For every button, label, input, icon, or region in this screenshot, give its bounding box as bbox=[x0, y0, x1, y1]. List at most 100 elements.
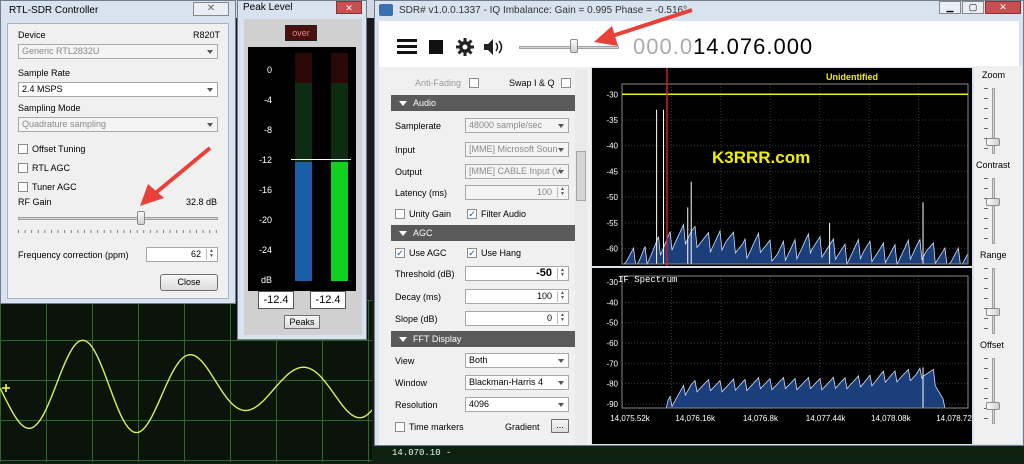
swap-iq-label: Swap I & Q bbox=[509, 78, 555, 88]
anti-fading-label: Anti-Fading bbox=[415, 78, 462, 88]
use-hang-label: Use Hang bbox=[481, 248, 522, 258]
input-select[interactable]: [MME] Microsoft Soun bbox=[465, 142, 569, 157]
spectrum-area bbox=[622, 223, 969, 266]
tuner-agc-label: Tuner AGC bbox=[32, 182, 77, 192]
stop-icon[interactable] bbox=[429, 40, 443, 54]
samplerate-value: 48000 sample/sec bbox=[469, 120, 543, 130]
output-label: Output bbox=[395, 167, 423, 177]
right-channel-level bbox=[331, 162, 348, 281]
display-controls: Zoom Contrast Range Offset bbox=[974, 66, 1022, 444]
swap-iq-checkbox[interactable] bbox=[561, 78, 571, 88]
stepper-icon[interactable]: ▲ ▼ bbox=[557, 313, 567, 324]
resolution-select[interactable]: 4096 bbox=[465, 397, 569, 412]
offset-slider[interactable] bbox=[986, 402, 1000, 410]
if-spectrum-display[interactable]: -30 -40 -50 -60 -70 -80 -90 14,075.52k 14,076.16… bbox=[592, 268, 977, 444]
range-slider[interactable] bbox=[986, 308, 1000, 316]
stepper-icon[interactable]: ▲ ▼ bbox=[206, 249, 216, 260]
audio-section-header[interactable]: Audio bbox=[391, 95, 575, 111]
meter-tick-label: -20 bbox=[258, 215, 272, 225]
annotation-arrow bbox=[140, 146, 212, 206]
frequency-digits: 14.076.000 bbox=[693, 34, 814, 59]
tuner-agc-checkbox[interactable] bbox=[18, 182, 28, 192]
maximize-icon[interactable]: ▢ bbox=[962, 1, 984, 14]
latency-input[interactable]: 100 ▲ ▼ bbox=[465, 185, 569, 200]
spectrum-display[interactable]: -30 -35 -40 -45 -50 -55 -60 Unidentified K3RRR… bbox=[592, 68, 972, 266]
offset-tuning-checkbox[interactable] bbox=[18, 144, 28, 154]
rf-gain-track[interactable] bbox=[18, 217, 218, 220]
stepper-icon[interactable]: ▲ ▼ bbox=[557, 268, 567, 279]
x-tick-label: 14,078.72k bbox=[936, 414, 972, 423]
sample-rate-value: 2.4 MSPS bbox=[22, 84, 63, 94]
decay-input[interactable]: 100 ▲ ▼ bbox=[465, 289, 569, 304]
rtl-agc-label: RTL AGC bbox=[32, 163, 71, 173]
scrollbar-thumb[interactable] bbox=[576, 151, 586, 201]
toolbar: 000.014.076.000 bbox=[379, 21, 1019, 67]
time-markers-checkbox[interactable] bbox=[395, 422, 405, 432]
rf-gain-slider[interactable] bbox=[137, 211, 146, 225]
settings-scrollbar[interactable] bbox=[575, 69, 587, 445]
view-label: View bbox=[395, 356, 415, 366]
gradient-button[interactable]: ... bbox=[551, 419, 569, 433]
samplerate-select[interactable]: 48000 sample/sec bbox=[465, 118, 569, 133]
plot-frame bbox=[621, 83, 969, 265]
slope-input[interactable]: 0 ▲ ▼ bbox=[465, 311, 569, 326]
unity-gain-checkbox[interactable] bbox=[395, 209, 405, 219]
x-tick-label: 14,075.52k bbox=[610, 414, 651, 423]
meter-tick-label: 0 bbox=[266, 65, 272, 75]
anti-fading-checkbox[interactable] bbox=[469, 78, 479, 88]
resolution-label: Resolution bbox=[395, 400, 438, 410]
close-icon[interactable]: ✕ bbox=[336, 1, 362, 14]
device-select[interactable]: Generic RTL2832U bbox=[18, 44, 218, 59]
minimize-icon[interactable]: ▁ bbox=[939, 1, 961, 14]
close-button[interactable]: Close bbox=[160, 274, 218, 291]
peak-level-pane: over 0 -4 -8 -12 -16 -20 -24 dB -12.4 -12.4 Pea… bbox=[244, 19, 362, 335]
use-hang-checkbox[interactable]: ✓ bbox=[467, 248, 477, 258]
contrast-track[interactable] bbox=[992, 178, 995, 244]
spectrum-area bbox=[622, 367, 968, 409]
sampling-mode-select[interactable]: Quadrature sampling bbox=[18, 117, 218, 132]
contrast-label: Contrast bbox=[976, 160, 1011, 170]
output-value: [MME] CABLE Input (V bbox=[469, 166, 562, 176]
window-select[interactable]: Blackman-Harris 4 bbox=[465, 375, 569, 390]
rtl-agc-checkbox[interactable] bbox=[18, 163, 28, 173]
stepper-icon[interactable]: ▲ ▼ bbox=[557, 291, 567, 302]
slope-value: 0 bbox=[546, 313, 552, 323]
y-tick-label: -40 bbox=[606, 142, 618, 151]
watermark: K3RRR.com bbox=[712, 148, 811, 167]
freq-correction-input[interactable]: 62 ▲ ▼ bbox=[146, 247, 218, 262]
fft-display-section-header[interactable]: FFT Display bbox=[391, 331, 575, 347]
sample-rate-select[interactable]: 2.4 MSPS bbox=[18, 82, 218, 97]
agc-section-header[interactable]: AGC bbox=[391, 225, 575, 241]
use-agc-label: Use AGC bbox=[409, 248, 447, 258]
gear-icon[interactable] bbox=[455, 37, 475, 57]
contrast-slider[interactable] bbox=[986, 198, 1000, 206]
rf-gain-label: RF Gain bbox=[18, 197, 52, 207]
menu-icon[interactable] bbox=[397, 39, 417, 55]
stepper-icon[interactable]: ▲ ▼ bbox=[557, 187, 567, 198]
x-tick-label: 14,077.44k bbox=[806, 414, 847, 423]
view-select[interactable]: Both bbox=[465, 353, 569, 368]
threshold-input[interactable]: -50 ▲ ▼ bbox=[465, 266, 569, 281]
zoom-label: Zoom bbox=[982, 70, 1006, 80]
annotation-arrow bbox=[594, 8, 693, 46]
filter-audio-checkbox[interactable]: ✓ bbox=[467, 209, 477, 219]
volume-slider[interactable] bbox=[569, 39, 578, 53]
zoom-slider[interactable] bbox=[986, 138, 1000, 146]
right-level-readout: -12.4 bbox=[310, 291, 346, 309]
use-agc-checkbox[interactable]: ✓ bbox=[395, 248, 405, 258]
y-tick-label: -90 bbox=[606, 400, 618, 409]
output-select[interactable]: [MME] CABLE Input (V bbox=[465, 164, 569, 179]
range-track[interactable] bbox=[992, 268, 995, 334]
contrast-ticks bbox=[984, 178, 988, 244]
range-ticks bbox=[984, 268, 988, 334]
input-label: Input bbox=[395, 145, 416, 155]
filter-audio-label: Filter Audio bbox=[481, 209, 527, 219]
latency-value: 100 bbox=[536, 187, 552, 197]
close-icon[interactable]: ✕ bbox=[193, 2, 229, 16]
peaks-button[interactable]: Peaks bbox=[284, 315, 320, 329]
offset-track[interactable] bbox=[992, 358, 995, 424]
sample-rate-label: Sample Rate bbox=[18, 68, 71, 78]
speaker-icon[interactable] bbox=[483, 38, 505, 56]
close-icon[interactable]: ✕ bbox=[985, 1, 1021, 14]
gradient-label: Gradient bbox=[505, 422, 540, 432]
